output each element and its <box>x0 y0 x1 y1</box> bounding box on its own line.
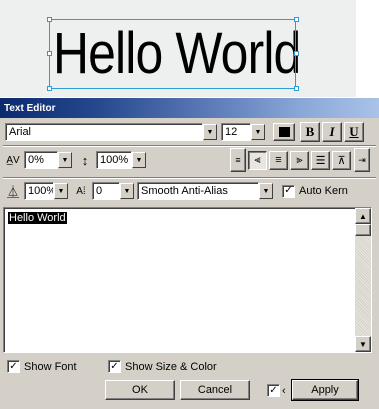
antialias-select[interactable]: Smooth Anti-Alias <box>137 182 259 200</box>
horizontal-scale-icon: ⏅ <box>6 184 19 199</box>
align-center-button[interactable]: ≡ <box>269 150 288 170</box>
ok-button[interactable]: OK <box>105 380 175 400</box>
arrow-up-icon: ▲ <box>359 211 367 221</box>
text-direction-button[interactable]: ⇥ <box>354 148 370 172</box>
checkmark-icon: ✓ <box>9 360 18 372</box>
kerning-input[interactable]: 0% <box>24 151 58 169</box>
resize-handle-ml[interactable] <box>47 51 52 56</box>
align-right-button[interactable]: ⫸ <box>290 150 309 170</box>
stretch-icon: ⊼ <box>337 154 346 167</box>
scrollbar-thumb[interactable] <box>355 224 371 236</box>
leading-input[interactable]: 100% <box>96 151 132 169</box>
font-name-select[interactable]: Arial <box>5 123 203 141</box>
horizontal-scale-input[interactable]: 100% <box>24 182 54 200</box>
chevron-down-icon: ▼ <box>61 156 69 164</box>
text-bounding-box[interactable] <box>49 19 296 89</box>
kerning-icon: A̲V <box>6 154 20 166</box>
show-font-option: ✓ Show Font <box>7 360 77 373</box>
dialog-title: Text Editor <box>4 102 56 114</box>
vertical-scrollbar[interactable]: ▲ ▼ <box>355 208 371 352</box>
kerning-dropdown-button[interactable]: ▼ <box>58 152 72 168</box>
checkmark-icon: ✓ <box>284 185 293 196</box>
antialias-dropdown-button[interactable]: ▼ <box>259 183 273 199</box>
underline-button[interactable]: U <box>344 122 364 142</box>
justify-button[interactable]: ☰ <box>311 150 330 170</box>
resize-handle-tr[interactable] <box>294 17 299 22</box>
justify-icon: ☰ <box>315 154 326 167</box>
chevron-down-icon: ▼ <box>123 187 131 195</box>
horizontal-scale-dropdown-button[interactable]: ▼ <box>54 183 68 199</box>
font-name-dropdown-button[interactable]: ▼ <box>203 124 217 140</box>
chevron-down-icon: ▼ <box>262 187 270 195</box>
resize-handle-tl[interactable] <box>47 17 52 22</box>
align-left-icon: ⫷ <box>254 153 261 166</box>
title-bar[interactable]: Text Editor <box>0 98 379 118</box>
font-row: Arial ▼ 12 ▼ B I U <box>5 122 364 142</box>
vertical-text-button[interactable]: ≡ <box>230 148 246 172</box>
font-size-dropdown-button[interactable]: ▼ <box>251 124 265 140</box>
resize-handle-mr[interactable] <box>294 51 299 56</box>
cancel-button[interactable]: Cancel <box>180 380 250 400</box>
show-size-color-label: Show Size & Color <box>125 360 217 373</box>
checkmark-icon: ✓ <box>110 360 119 372</box>
show-font-label: Show Font <box>24 360 77 373</box>
scale-row: ⏅ 100% ▼ A⁞ 0 ▼ Smooth Anti-Alias ▼ ✓ Au… <box>4 182 348 200</box>
scroll-down-button[interactable]: ▼ <box>355 336 371 352</box>
resize-handle-bl[interactable] <box>47 86 52 91</box>
baseline-shift-input[interactable]: 0 <box>92 182 120 200</box>
text-editor-dialog: Text Editor Arial ▼ 12 ▼ B I U A̲V 0% ▼ … <box>0 97 379 409</box>
scroll-up-button[interactable]: ▲ <box>355 208 371 224</box>
font-size-input[interactable]: 12 <box>221 123 251 141</box>
chevron-down-icon: ▼ <box>135 156 143 164</box>
preview-checkbox[interactable]: ✓ <box>267 384 280 397</box>
show-size-color-option: ✓ Show Size & Color <box>108 360 217 373</box>
color-swatch-icon <box>278 127 290 137</box>
show-size-color-checkbox[interactable]: ✓ <box>108 360 121 373</box>
baseline-shift-dropdown-button[interactable]: ▼ <box>120 183 134 199</box>
font-color-button[interactable] <box>273 123 295 141</box>
divider <box>3 177 376 179</box>
chevron-down-icon: ▼ <box>57 187 65 195</box>
selected-text[interactable]: Hello World <box>8 212 67 224</box>
chevron-down-icon: ▼ <box>206 128 214 136</box>
arrow-down-icon: ▼ <box>359 339 367 349</box>
italic-button[interactable]: I <box>322 122 342 142</box>
preview-label: ‹ <box>282 384 286 397</box>
spacing-row: A̲V 0% ▼ ↕ 100% ▼ <box>4 151 146 169</box>
divider <box>3 145 376 147</box>
apply-button[interactable]: Apply <box>291 379 359 401</box>
chevron-down-icon: ▼ <box>254 128 262 136</box>
baseline-shift-icon: A⁞ <box>76 185 86 197</box>
stretch-justify-button[interactable]: ⊼ <box>332 150 351 170</box>
resize-handle-br[interactable] <box>294 86 299 91</box>
alignment-group: ≡ ⫷ ≡ ⫸ ☰ ⊼ ⇥ <box>230 148 370 172</box>
canvas-area: Hello World <box>0 0 379 97</box>
preview-option: ✓ ‹ <box>267 384 286 397</box>
leading-dropdown-button[interactable]: ▼ <box>132 152 146 168</box>
vertical-text-icon: ≡ <box>235 155 241 165</box>
align-left-button[interactable]: ⫷ <box>248 150 267 170</box>
align-center-icon: ≡ <box>275 154 282 166</box>
text-editor-area[interactable]: Hello World ▲ ▼ <box>3 207 372 353</box>
align-right-icon: ⫸ <box>296 153 303 166</box>
arrow-right-icon: ⇥ <box>358 154 366 165</box>
checkmark-icon: ✓ <box>269 384 278 396</box>
leading-icon: ↕ <box>81 152 89 168</box>
show-font-checkbox[interactable]: ✓ <box>7 360 20 373</box>
bold-button[interactable]: B <box>300 122 320 142</box>
auto-kern-label: Auto Kern <box>299 185 348 197</box>
auto-kern-checkbox[interactable]: ✓ <box>282 184 295 198</box>
